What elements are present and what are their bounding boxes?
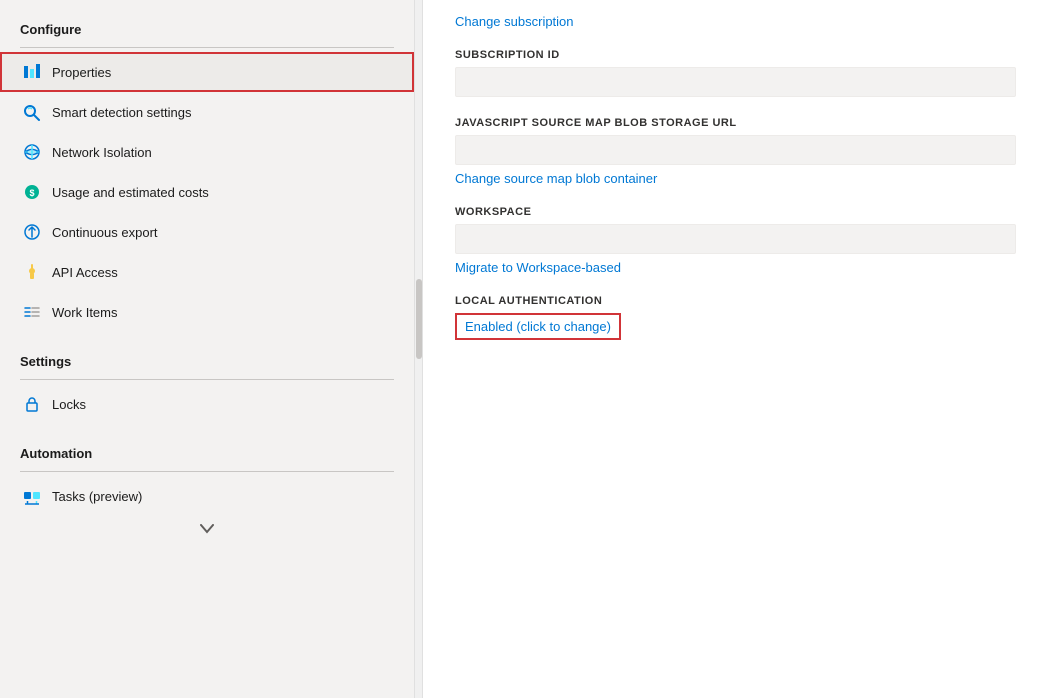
sidebar-item-smart-detection[interactable]: Smart detection settings	[0, 92, 414, 132]
subscription-id-label: SUBSCRIPTION ID	[455, 49, 1016, 61]
sidebar-item-work-items-label: Work Items	[52, 305, 118, 320]
sidebar-item-properties-label: Properties	[52, 65, 111, 80]
configure-section-label: Configure	[0, 8, 414, 43]
workspace-input[interactable]	[455, 224, 1016, 254]
sidebar: Configure Properties Smart detection set…	[0, 0, 415, 698]
sidebar-item-usage-costs-label: Usage and estimated costs	[52, 185, 209, 200]
locks-icon	[22, 394, 42, 414]
sidebar-item-locks[interactable]: Locks	[0, 384, 414, 424]
migrate-link[interactable]: Migrate to Workspace-based	[455, 260, 621, 275]
smart-detection-icon	[22, 102, 42, 122]
sidebar-item-continuous-export-label: Continuous export	[52, 225, 158, 240]
change-subscription-section: Change subscription	[455, 8, 1016, 29]
sidebar-item-api-access-label: API Access	[52, 265, 118, 280]
settings-section-label: Settings	[0, 340, 414, 375]
local-auth-label: LOCAL AUTHENTICATION	[455, 295, 1016, 307]
workspace-label: WORKSPACE	[455, 206, 1016, 218]
js-source-map-input[interactable]	[455, 135, 1016, 165]
svg-text:$: $	[29, 188, 34, 198]
scroll-down-arrow-icon	[200, 524, 214, 534]
change-source-map-link[interactable]: Change source map blob container	[455, 171, 657, 186]
tasks-preview-icon	[22, 486, 42, 506]
change-subscription-link[interactable]: Change subscription	[455, 14, 574, 29]
usage-costs-icon: $	[22, 182, 42, 202]
configure-divider	[20, 47, 394, 48]
continuous-export-icon	[22, 222, 42, 242]
scroll-down-container	[0, 516, 414, 542]
scrollbar[interactable]	[415, 0, 423, 698]
workspace-section: WORKSPACE Migrate to Workspace-based	[455, 206, 1016, 275]
local-auth-section: LOCAL AUTHENTICATION Enabled (click to c…	[455, 295, 1016, 340]
sidebar-item-properties[interactable]: Properties	[0, 52, 414, 92]
sidebar-item-usage-costs[interactable]: $ Usage and estimated costs	[0, 172, 414, 212]
js-source-map-label: JAVASCRIPT SOURCE MAP BLOB STORAGE URL	[455, 117, 1016, 129]
sidebar-item-work-items[interactable]: Work Items	[0, 292, 414, 332]
sidebar-item-continuous-export[interactable]: Continuous export	[0, 212, 414, 252]
work-items-icon	[22, 302, 42, 322]
sidebar-item-smart-detection-label: Smart detection settings	[52, 105, 191, 120]
sidebar-item-api-access[interactable]: API Access	[0, 252, 414, 292]
sidebar-item-tasks-preview[interactable]: Tasks (preview)	[0, 476, 414, 516]
js-source-map-section: JAVASCRIPT SOURCE MAP BLOB STORAGE URL C…	[455, 117, 1016, 186]
properties-icon	[22, 62, 42, 82]
subscription-id-section: SUBSCRIPTION ID	[455, 49, 1016, 97]
sidebar-item-network-isolation[interactable]: Network Isolation	[0, 132, 414, 172]
network-isolation-icon	[22, 142, 42, 162]
settings-divider	[20, 379, 394, 380]
sidebar-item-locks-label: Locks	[52, 397, 86, 412]
automation-divider	[20, 471, 394, 472]
api-access-icon	[22, 262, 42, 282]
main-content: Change subscription SUBSCRIPTION ID JAVA…	[423, 0, 1048, 698]
subscription-id-input[interactable]	[455, 67, 1016, 97]
sidebar-item-tasks-preview-label: Tasks (preview)	[52, 489, 142, 504]
sidebar-item-network-isolation-label: Network Isolation	[52, 145, 152, 160]
local-auth-value[interactable]: Enabled (click to change)	[455, 313, 621, 340]
scrollbar-thumb[interactable]	[416, 279, 422, 359]
automation-section-label: Automation	[0, 432, 414, 467]
